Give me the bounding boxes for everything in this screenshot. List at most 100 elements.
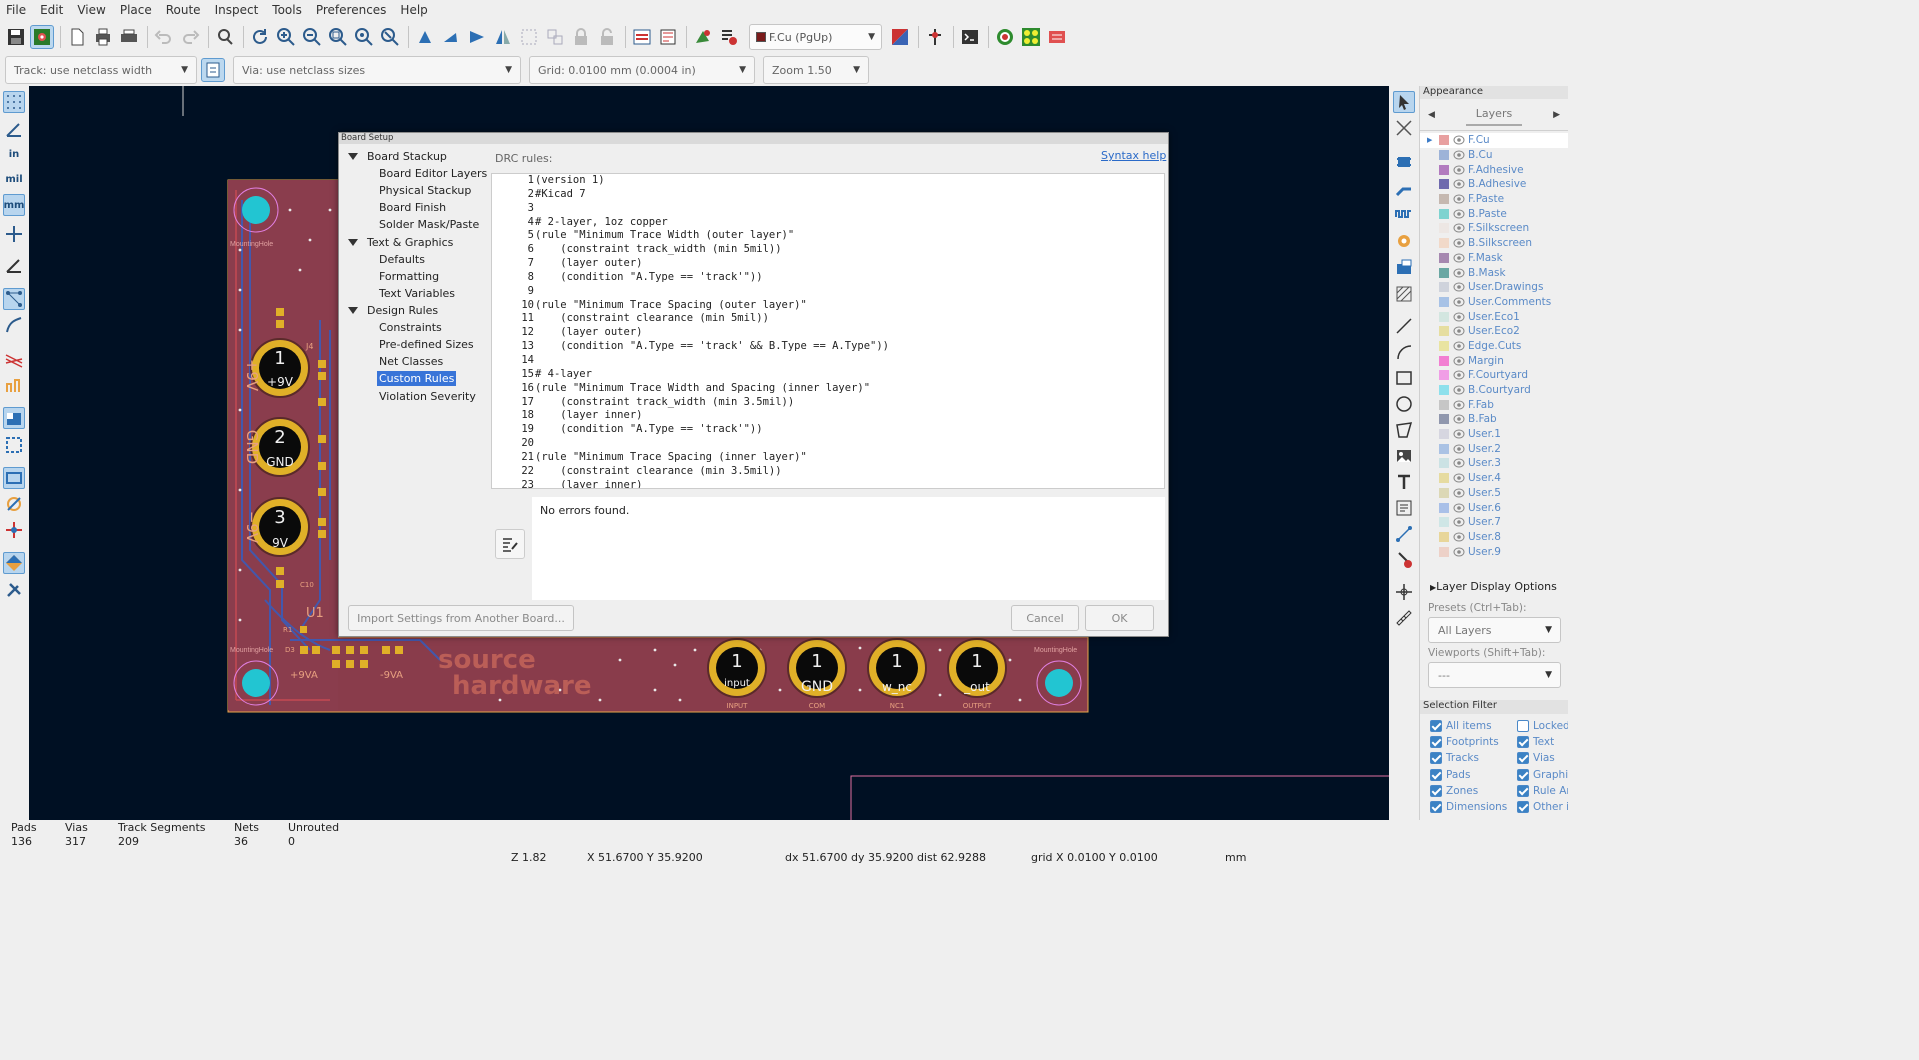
layer-color-swatch[interactable] [1439, 458, 1449, 469]
add-textbox-icon[interactable] [1393, 497, 1415, 519]
cancel-button[interactable]: Cancel [1011, 605, 1079, 631]
filter-tracks[interactable]: Tracks [1430, 752, 1479, 764]
refresh-icon[interactable] [248, 25, 272, 49]
save-icon[interactable] [4, 25, 28, 49]
mirror-icon[interactable] [491, 25, 515, 49]
layer-color-swatch[interactable] [1439, 429, 1449, 440]
tracks-outline-icon[interactable] [3, 519, 25, 541]
tree-board-finish[interactable]: Board Finish [379, 201, 446, 214]
delete-tool-icon[interactable] [1393, 549, 1415, 571]
filter-vias[interactable]: Vias [1517, 752, 1555, 764]
visibility-eye-icon[interactable] [1453, 178, 1465, 190]
layer-color-swatch[interactable] [1439, 546, 1449, 557]
drc-run-icon[interactable] [993, 25, 1017, 49]
drc-icon[interactable] [717, 25, 741, 49]
draw-polygon-icon[interactable] [1393, 419, 1415, 441]
footprint-editor-icon[interactable] [656, 25, 680, 49]
zoom-selection-icon[interactable] [378, 25, 402, 49]
visibility-eye-icon[interactable] [1453, 487, 1465, 499]
zoom-fit-icon[interactable] [326, 25, 350, 49]
ungroup-icon[interactable] [543, 25, 567, 49]
footprint-checker-icon[interactable] [1019, 25, 1043, 49]
visibility-eye-icon[interactable] [1453, 369, 1465, 381]
add-via-icon[interactable] [1393, 230, 1415, 252]
filter-locked[interactable]: Locked [1517, 720, 1568, 732]
layer-row[interactable]: User.Drawings [1420, 280, 1568, 295]
layer-row[interactable]: B.Adhesive [1420, 177, 1568, 192]
layer-row[interactable]: User.9 [1420, 544, 1568, 559]
pads-outline-icon[interactable] [3, 467, 25, 489]
layer-row[interactable]: User.1 [1420, 427, 1568, 442]
layer-row[interactable]: User.5 [1420, 486, 1568, 501]
layer-color-swatch[interactable] [1439, 267, 1449, 278]
tune-length-icon[interactable] [1393, 203, 1415, 225]
layer-row[interactable]: User.6 [1420, 500, 1568, 515]
visibility-eye-icon[interactable] [1453, 237, 1465, 249]
menu-edit[interactable]: Edit [40, 3, 63, 17]
layer-row[interactable]: Margin [1420, 353, 1568, 368]
net-inspector-icon[interactable] [923, 25, 947, 49]
visibility-eye-icon[interactable] [1453, 325, 1465, 337]
layer-color-swatch[interactable] [1439, 296, 1449, 307]
design-tools-icon[interactable] [3, 579, 25, 601]
plot-icon[interactable] [117, 25, 141, 49]
menu-place[interactable]: Place [120, 3, 152, 17]
visibility-eye-icon[interactable] [1453, 355, 1465, 367]
layer-row[interactable]: User.8 [1420, 530, 1568, 545]
polar-coords-icon[interactable] [3, 118, 25, 140]
tree-board-stackup[interactable]: Board Stackup [367, 150, 447, 163]
visibility-eye-icon[interactable] [1453, 413, 1465, 425]
menu-preferences[interactable]: Preferences [316, 3, 387, 17]
add-footprint-icon[interactable] [1393, 151, 1415, 173]
layer-color-swatch[interactable] [1439, 414, 1449, 425]
scripting-icon[interactable] [691, 25, 715, 49]
layer-display-options-toggle[interactable]: ▶Layer Display Options [1430, 580, 1557, 593]
layer-row[interactable]: B.Mask [1420, 265, 1568, 280]
layer-row[interactable]: F.Paste [1420, 192, 1568, 207]
measure-tool-icon[interactable] [1393, 607, 1415, 629]
local-ratsnest-icon[interactable] [1393, 117, 1415, 139]
layer-row[interactable]: User.7 [1420, 515, 1568, 530]
ratsnest-icon[interactable] [3, 288, 25, 310]
layer-color-swatch[interactable] [1439, 355, 1449, 366]
add-image-icon[interactable] [1393, 445, 1415, 467]
curved-ratsnest-icon[interactable] [3, 314, 25, 336]
layer-row[interactable]: User.Eco2 [1420, 324, 1568, 339]
layer-color-swatch[interactable] [1439, 150, 1449, 161]
grid-origin-icon[interactable] [1393, 581, 1415, 603]
show-vias-icon[interactable] [3, 374, 25, 396]
tree-board-editor-layers[interactable]: Board Editor Layers [379, 167, 487, 180]
layer-color-swatch[interactable] [1439, 517, 1449, 528]
layer-row[interactable]: F.Courtyard [1420, 368, 1568, 383]
layer-color-swatch[interactable] [1439, 473, 1449, 484]
visibility-eye-icon[interactable] [1453, 164, 1465, 176]
layer-row[interactable]: F.Adhesive [1420, 162, 1568, 177]
layer-row[interactable]: F.Mask [1420, 251, 1568, 266]
layer-row[interactable]: ▶ F.Cu [1420, 133, 1568, 148]
visibility-eye-icon[interactable] [1453, 443, 1465, 455]
layer-row[interactable]: F.Silkscreen [1420, 221, 1568, 236]
update-pcb-icon[interactable] [630, 25, 654, 49]
ok-button[interactable]: OK [1085, 605, 1154, 631]
grid-toggle-icon[interactable] [3, 91, 25, 113]
flip-icon[interactable] [465, 25, 489, 49]
tree-formatting[interactable]: Formatting [379, 270, 439, 283]
cursor-shape-icon[interactable] [3, 223, 25, 245]
layer-color-swatch[interactable] [1439, 223, 1449, 234]
visibility-eye-icon[interactable] [1453, 149, 1465, 161]
find-icon[interactable] [213, 25, 237, 49]
tab-layers[interactable]: Layers [1465, 103, 1523, 126]
layer-color-swatch[interactable] [1439, 252, 1449, 263]
layer-row[interactable]: B.Paste [1420, 206, 1568, 221]
units-mil-toggle[interactable]: mil [3, 168, 25, 190]
layer-color-swatch[interactable] [1439, 443, 1449, 454]
via-size-select[interactable]: Via: use netclass sizes ▼ [233, 56, 521, 84]
filter-pads[interactable]: Pads [1430, 769, 1470, 781]
menu-route[interactable]: Route [166, 3, 201, 17]
layer-color-swatch[interactable] [1439, 385, 1449, 396]
tree-predefined-sizes[interactable]: Pre-defined Sizes [379, 338, 474, 351]
expand-arrow-icon[interactable] [348, 307, 358, 314]
layer-color-swatch[interactable] [1439, 340, 1449, 351]
filter-other-items[interactable]: Other items [1517, 801, 1568, 813]
layer-color-swatch[interactable] [1439, 531, 1449, 542]
